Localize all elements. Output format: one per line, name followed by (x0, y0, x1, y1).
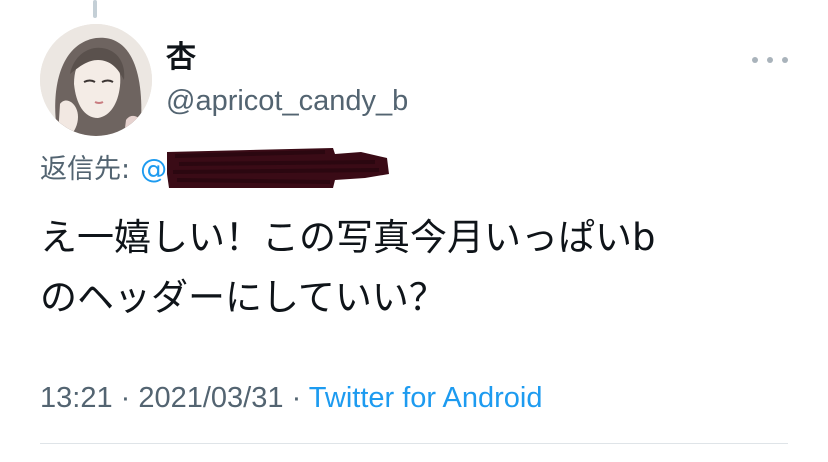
more-options-button[interactable] (752, 50, 788, 70)
tweet-metadata: 13:21 · 2021/03/31 · Twitter for Android (40, 378, 542, 418)
thread-connector-line (93, 0, 97, 18)
meta-separator: · (112, 382, 139, 414)
more-horizontal-icon (767, 57, 773, 63)
author-display-name[interactable]: 杏 (166, 40, 196, 76)
divider (40, 443, 788, 444)
avatar[interactable] (40, 24, 152, 136)
avatar-illustration (40, 24, 152, 136)
tweet-time[interactable]: 13:21 (40, 382, 113, 414)
tweet-text: え一嬉しい！この写真今月いっぱいb のヘッダーにしていい？ (40, 216, 656, 319)
tweet-date[interactable]: 2021/03/31 (138, 382, 283, 414)
reply-to-handle[interactable]: @ (140, 152, 167, 188)
more-horizontal-icon (752, 57, 758, 63)
redaction-scribble (167, 148, 389, 188)
meta-separator: · (283, 382, 309, 414)
more-horizontal-icon (782, 57, 788, 63)
author-handle[interactable]: @apricot_candy_b (166, 84, 408, 118)
reply-to-label: 返信先: (40, 154, 131, 185)
tweet-source-link[interactable]: Twitter for Android (309, 382, 543, 414)
reply-to-line: 返信先: @ (40, 152, 167, 188)
